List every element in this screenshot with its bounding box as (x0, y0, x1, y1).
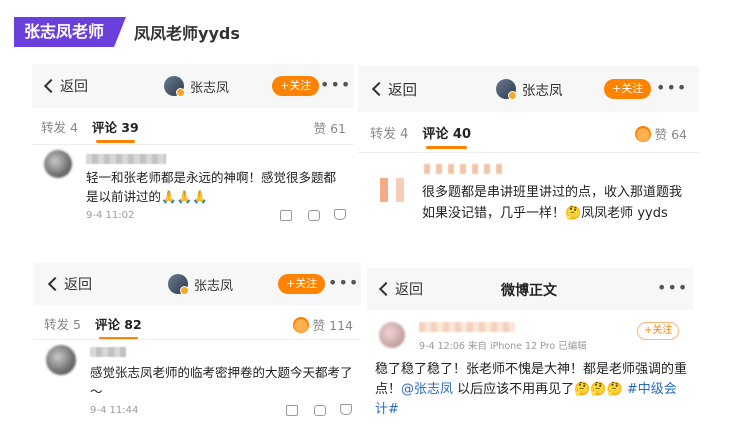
screenshot-card-4: 返回 微博正文 ••• 9-4 12:06 来自 iPhone 12 Pro 已… (367, 268, 693, 426)
tab-reposts[interactable]: 转发 4 (41, 117, 78, 136)
back-label: 返回 (388, 82, 417, 99)
screenshot-card-3: 返回 张志凤 +关注 ••• 转发 5 评论 82 赞 114 感觉张志凤老师的… (34, 263, 361, 423)
back-chevron-icon (371, 81, 387, 97)
likes-count[interactable]: 赞 64 (634, 124, 687, 143)
back-button[interactable]: 返回 (377, 279, 423, 299)
mention-link[interactable]: @张志凤 (401, 382, 453, 397)
follow-button[interactable]: +关注 (637, 322, 680, 340)
commenter-avatar (46, 345, 76, 375)
commenter-avatar (380, 178, 404, 202)
follow-button[interactable]: +关注 (278, 274, 326, 294)
likes-count[interactable]: 赞 61 (314, 118, 346, 137)
avatar (168, 274, 189, 295)
author-info[interactable]: 张志凤 (168, 274, 234, 295)
follow-button[interactable]: +关注 (604, 79, 652, 99)
tab-comments[interactable]: 评论 39 (92, 117, 139, 143)
divider (34, 339, 361, 340)
avatar (164, 76, 185, 97)
like-emoji-icon (292, 316, 309, 333)
post-text-b: 以后应该不用再见了🤔🤔🤔 (453, 382, 627, 397)
comment-time: 9-4 11:02 (86, 210, 135, 221)
author-name: 张志凤 (190, 80, 230, 96)
screenshot-card-1: 返回 张志凤 +关注 ••• 转发 4 评论 39 赞 61 轻一和张老师都是永… (32, 64, 354, 236)
comment-icon[interactable] (308, 210, 320, 221)
post-meta: 9-4 12:06 来自 iPhone 12 Pro 已编辑 (419, 341, 587, 352)
comment-text: 很多题都是串讲班里讲过的点，收入那道题我如果没记错，几乎一样！🤔凤凤老师 yyd… (422, 185, 683, 221)
commenter-name (424, 164, 508, 174)
more-icon[interactable]: ••• (656, 78, 687, 97)
author-info[interactable]: 张志凤 (496, 79, 563, 100)
tab-comments[interactable]: 评论 40 (422, 123, 471, 149)
like-emoji-icon (634, 125, 651, 142)
page-title: 微博正文 (501, 283, 557, 299)
commenter-name (90, 347, 126, 357)
likes-label: 赞 114 (312, 318, 353, 333)
comment-icon[interactable] (314, 405, 326, 416)
more-icon[interactable]: ••• (320, 75, 351, 94)
divider (358, 152, 699, 153)
back-chevron-icon (47, 276, 63, 292)
tab-comments[interactable]: 评论 82 (95, 314, 142, 340)
back-label: 返回 (64, 277, 92, 293)
header-title: 凤凤老师yyds (134, 24, 240, 43)
commenter-name (86, 154, 166, 164)
author-name: 张志凤 (194, 278, 234, 294)
back-chevron-icon (378, 281, 394, 297)
more-icon[interactable]: ••• (328, 273, 359, 292)
back-label: 返回 (395, 282, 423, 298)
divider (32, 144, 354, 145)
post-header: 张志凤老师 凤凤老师yyds (14, 17, 240, 47)
poster-avatar (379, 322, 405, 348)
comment-text: 感觉张志凤老师的临考密押卷的大题今天都考了～ (90, 365, 353, 399)
more-icon[interactable]: ••• (657, 278, 688, 297)
poster-name (419, 322, 515, 332)
back-button[interactable]: 返回 (370, 79, 417, 100)
tab-reposts[interactable]: 转发 4 (370, 123, 408, 142)
top-bar: 返回 张志凤 +关注 ••• (34, 263, 361, 305)
like-icon[interactable] (334, 209, 346, 220)
header-badge: 张志凤老师 (14, 17, 126, 47)
back-chevron-icon (43, 78, 59, 94)
share-icon[interactable] (280, 210, 292, 221)
follow-button[interactable]: +关注 (272, 76, 320, 96)
commenter-avatar (44, 150, 72, 178)
tab-reposts[interactable]: 转发 5 (44, 314, 81, 333)
likes-label: 赞 64 (654, 127, 687, 142)
likes-count[interactable]: 赞 114 (292, 315, 353, 334)
like-icon[interactable] (340, 404, 352, 415)
share-icon[interactable] (286, 405, 298, 416)
top-bar: 返回 张志凤 +关注 ••• (32, 64, 354, 108)
tab-bar: 转发 4 评论 39 赞 61 (32, 108, 354, 144)
tab-bar: 转发 5 评论 82 赞 114 (34, 305, 361, 341)
tab-bar: 转发 4 评论 40 赞 64 (358, 112, 699, 152)
top-bar: 返回 张志凤 +关注 ••• (358, 66, 699, 112)
screenshot-card-2: 返回 张志凤 +关注 ••• 转发 4 评论 40 赞 64 很多题都是串讲班里… (358, 66, 699, 236)
back-button[interactable]: 返回 (46, 274, 92, 294)
comment-text: 轻一和张老师都是永远的神啊！感觉很多题都是以前讲过的🙏🙏🙏 (86, 170, 337, 204)
top-bar: 返回 微博正文 ••• (367, 268, 693, 310)
author-name: 张志凤 (522, 83, 563, 99)
back-button[interactable]: 返回 (42, 76, 88, 96)
post-text: 稳了稳了稳了！张老师不愧是大神！都是老师强调的重点！@张志凤 以后应该不用再见了… (375, 360, 687, 420)
back-label: 返回 (60, 79, 88, 95)
avatar (496, 79, 517, 100)
comment-time: 9-4 11:44 (90, 405, 139, 416)
likes-label: 赞 61 (313, 121, 346, 136)
author-info[interactable]: 张志凤 (164, 76, 230, 97)
